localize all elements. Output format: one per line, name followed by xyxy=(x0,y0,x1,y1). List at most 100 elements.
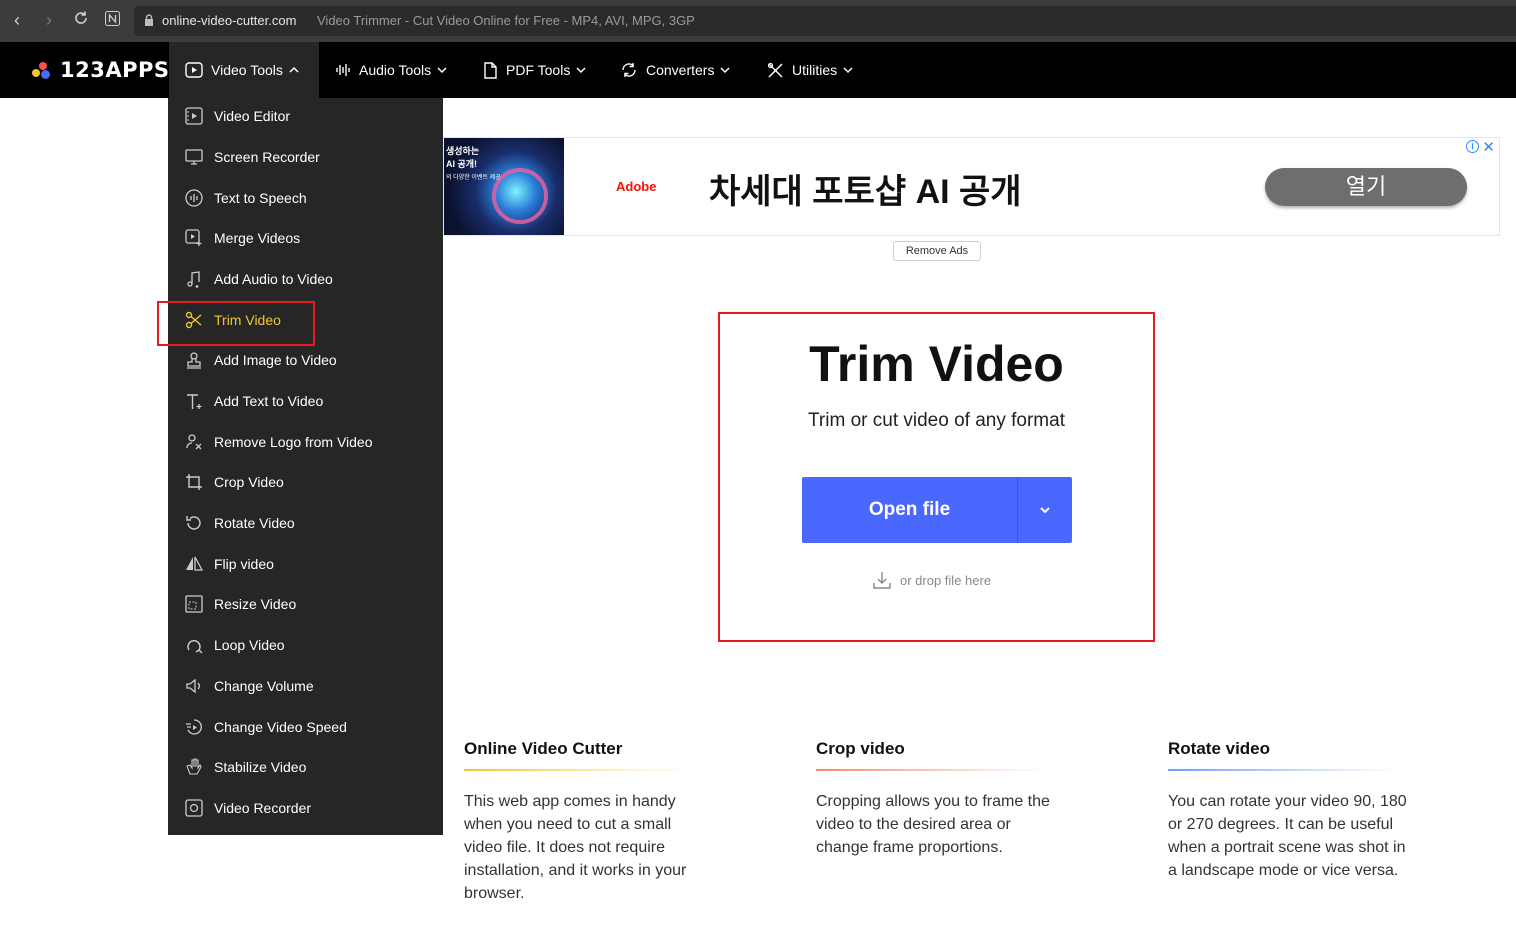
ad-thumb-text: 의 다양한 이벤트 제공 xyxy=(446,175,501,181)
menu-item-label: Rotate Video xyxy=(214,515,295,531)
menu-item-label: Stabilize Video xyxy=(214,759,307,775)
menu-item-remove-logo[interactable]: Remove Logo from Video xyxy=(168,424,443,460)
nav-audio-tools-label: Audio Tools xyxy=(359,62,432,78)
menu-item-label: Change Volume xyxy=(214,678,314,694)
nav-pdf-tools-label: PDF Tools xyxy=(506,62,571,78)
document-icon xyxy=(484,61,497,79)
nav-converters[interactable]: Converters xyxy=(620,42,730,98)
menu-item-loop-video[interactable]: Loop Video xyxy=(168,627,443,663)
ad-thumb-text: AI 공개! xyxy=(446,159,478,169)
open-file-options-button[interactable] xyxy=(1017,477,1072,543)
monitor-icon xyxy=(184,147,204,167)
menu-item-text-to-speech[interactable]: Text to Speech xyxy=(168,180,443,216)
page-title-tab: Video Trimmer - Cut Video Online for Fre… xyxy=(317,13,695,28)
address-bar[interactable]: online-video-cutter.com Video Trimmer - … xyxy=(134,6,1516,36)
feature-crop-video: Crop video Cropping allows you to frame … xyxy=(816,739,1056,859)
stamp-icon xyxy=(184,350,204,370)
nav-audio-tools[interactable]: Audio Tools xyxy=(335,42,447,98)
feature-accent-bar xyxy=(1168,769,1400,771)
menu-item-resize-video[interactable]: Resize Video xyxy=(168,586,443,622)
nav-utilities[interactable]: Utilities xyxy=(767,42,853,98)
crop-icon xyxy=(184,472,204,492)
chevron-down-icon xyxy=(1040,507,1050,514)
menu-item-label: Remove Logo from Video xyxy=(214,434,373,450)
feature-text: Cropping allows you to frame the video t… xyxy=(816,793,1050,856)
menu-item-label: Add Audio to Video xyxy=(214,271,333,287)
menu-item-merge-videos[interactable]: Merge Videos xyxy=(168,220,443,256)
menu-item-screen-recorder[interactable]: Screen Recorder xyxy=(168,139,443,175)
back-icon[interactable]: ‹ xyxy=(6,9,28,31)
feature-title: Rotate video xyxy=(1168,739,1271,758)
logo-text: 123APPS xyxy=(60,58,170,82)
page-subtitle: Trim or cut video of any format xyxy=(808,410,1065,431)
ad-close-icon[interactable]: ✕ xyxy=(1482,138,1495,156)
ad-banner[interactable]: 생성하는 AI 공개! 의 다양한 이벤트 제공 Adobe 차세대 포토샵 A… xyxy=(443,137,1500,236)
video-editor-icon xyxy=(184,106,204,126)
feature-accent-bar xyxy=(464,769,696,771)
feature-text: This web app comes in handy when you nee… xyxy=(464,793,687,902)
record-icon xyxy=(184,798,204,818)
feature-rotate-video: Rotate video You can rotate your video 9… xyxy=(1168,739,1408,882)
menu-item-add-text-to-video[interactable]: Add Text to Video xyxy=(168,383,443,419)
feature-online-video-cutter: Online Video Cutter This web app comes i… xyxy=(464,739,704,905)
feature-text: You can rotate your video 90, 180 or 270… xyxy=(1168,793,1407,879)
drop-zone-hint[interactable]: or drop file here xyxy=(872,570,991,590)
menu-item-add-audio-to-video[interactable]: Add Audio to Video xyxy=(168,261,443,297)
reload-icon[interactable] xyxy=(70,9,92,31)
menu-item-label: Crop Video xyxy=(214,474,284,490)
nav-utilities-label: Utilities xyxy=(792,62,838,78)
video-tools-dropdown: Video Editor Screen Recorder Text to Spe… xyxy=(168,98,443,835)
menu-item-label: Loop Video xyxy=(214,637,285,653)
flip-icon xyxy=(184,554,204,574)
menu-item-crop-video[interactable]: Crop Video xyxy=(168,464,443,500)
loop-icon xyxy=(184,635,204,655)
menu-item-label: Add Text to Video xyxy=(214,393,324,409)
menu-item-label: Add Image to Video xyxy=(214,352,337,368)
menu-item-flip-video[interactable]: Flip video xyxy=(168,546,443,582)
feature-accent-bar xyxy=(816,769,1048,771)
menu-item-rotate-video[interactable]: Rotate Video xyxy=(168,505,443,541)
lock-icon xyxy=(145,14,153,26)
ad-thumbnail: 생성하는 AI 공개! 의 다양한 이벤트 제공 xyxy=(444,138,564,235)
stabilize-icon xyxy=(184,757,204,777)
volume-icon xyxy=(184,676,204,696)
open-file-button[interactable]: Open file xyxy=(802,477,1017,543)
trim-video-highlight xyxy=(157,301,315,346)
ad-info-icon[interactable]: i xyxy=(1466,140,1479,153)
ad-thumb-text: 생성하는 xyxy=(446,146,480,156)
logo[interactable]: 123APPS xyxy=(32,58,170,82)
nav-video-tools[interactable]: Video Tools xyxy=(169,42,319,98)
convert-icon xyxy=(622,63,636,77)
browser-toolbar: ‹ › online-video-cutter.com Video Trimme… xyxy=(0,0,1516,42)
address-host: online-video-cutter.com xyxy=(162,13,297,28)
menu-item-label: Merge Videos xyxy=(214,230,301,246)
logo-dots-icon xyxy=(32,59,54,81)
notion-icon[interactable] xyxy=(101,9,123,31)
menu-item-label: Flip video xyxy=(214,556,274,572)
video-play-icon xyxy=(185,62,203,78)
forward-icon[interactable]: › xyxy=(38,9,60,31)
menu-item-video-editor[interactable]: Video Editor xyxy=(168,98,443,134)
menu-item-video-recorder[interactable]: Video Recorder xyxy=(168,790,443,826)
rotate-icon xyxy=(184,513,204,533)
chevron-down-icon xyxy=(437,67,447,74)
nav-video-tools-label: Video Tools xyxy=(211,62,283,78)
music-note-icon xyxy=(184,269,204,289)
ad-brand: Adobe xyxy=(616,179,657,194)
menu-item-label: Video Recorder xyxy=(214,800,312,816)
feature-title: Online Video Cutter xyxy=(464,739,623,758)
menu-item-stabilize-video[interactable]: Stabilize Video xyxy=(168,749,443,785)
menu-item-change-volume[interactable]: Change Volume xyxy=(168,668,443,704)
ad-open-button[interactable]: 열기 xyxy=(1265,168,1467,206)
menu-item-add-image-to-video[interactable]: Add Image to Video xyxy=(168,342,443,378)
text-icon xyxy=(184,391,204,411)
chevron-down-icon xyxy=(843,67,853,74)
download-icon xyxy=(873,572,891,589)
menu-item-change-video-speed[interactable]: Change Video Speed xyxy=(168,709,443,745)
chevron-down-icon xyxy=(720,67,730,74)
chevron-up-icon xyxy=(289,66,299,73)
speed-icon xyxy=(184,717,204,737)
remove-ads-button[interactable]: Remove Ads xyxy=(893,241,981,261)
remove-logo-icon xyxy=(184,432,204,452)
nav-pdf-tools[interactable]: PDF Tools xyxy=(482,42,586,98)
